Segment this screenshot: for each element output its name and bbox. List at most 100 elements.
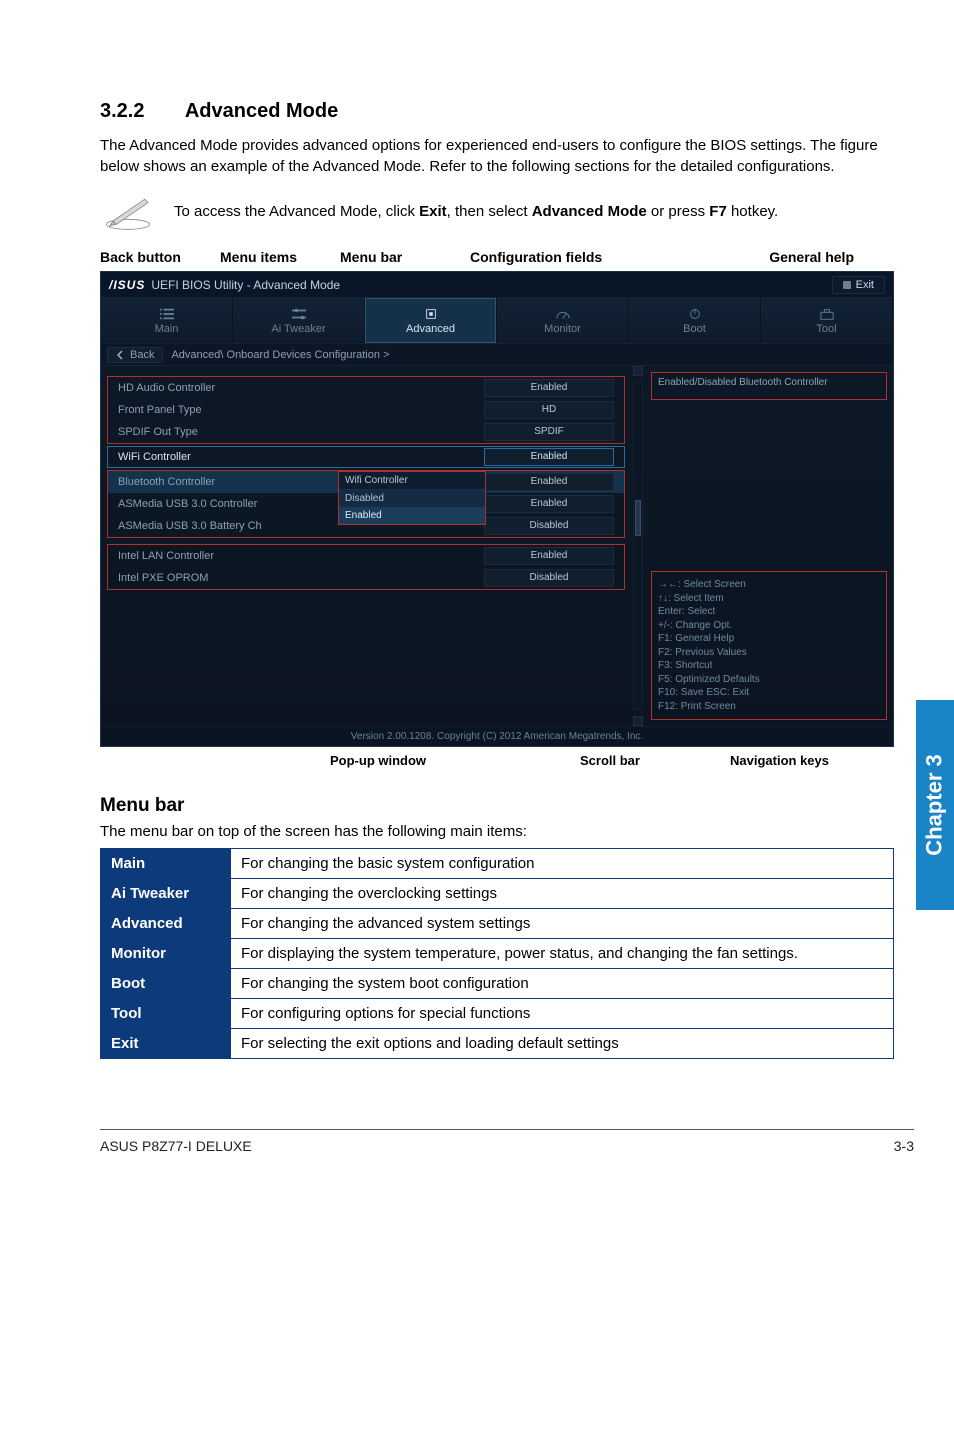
table-key: Monitor — [101, 939, 231, 969]
table-desc: For changing the basic system configurat… — [231, 849, 894, 879]
bios-options-panel: HD Audio ControllerEnabled Front Panel T… — [101, 366, 631, 726]
table-desc: For changing the overclocking settings — [231, 879, 894, 909]
option-row[interactable]: Intel PXE OPROMDisabled — [108, 567, 624, 589]
label-back-button: Back button — [100, 249, 220, 265]
table-row: ToolFor configuring options for special … — [101, 999, 894, 1029]
figure-top-labels: Back button Menu items Menu bar Configur… — [100, 249, 894, 265]
back-arrow-icon — [116, 350, 126, 360]
table-row: ExitFor selecting the exit options and l… — [101, 1029, 894, 1059]
nav-line: F1: General Help — [658, 632, 880, 646]
note-text: To access the Advanced Mode, click Exit,… — [174, 203, 778, 220]
option-value[interactable]: SPDIF — [484, 423, 614, 441]
table-desc: For configuring options for special func… — [231, 999, 894, 1029]
navigation-keys-box: →←: Select Screen ↑↓: Select Item Enter:… — [651, 571, 887, 720]
list-icon — [158, 307, 176, 321]
note-row: To access the Advanced Mode, click Exit,… — [100, 191, 894, 231]
table-row: MainFor changing the basic system config… — [101, 849, 894, 879]
nav-line: ↑↓: Select Item — [658, 592, 880, 606]
popup-window[interactable]: Wifi Controller Disabled Enabled — [338, 471, 486, 525]
option-row[interactable]: Front Panel TypeHD — [108, 399, 624, 421]
page-footer: ASUS P8Z77-I DELUXE 3-3 — [100, 1129, 914, 1184]
chip-icon — [422, 307, 440, 321]
sliders-icon — [290, 307, 308, 321]
table-desc: For displaying the system temperature, p… — [231, 939, 894, 969]
option-row[interactable]: Intel LAN ControllerEnabled — [108, 545, 624, 567]
option-value[interactable]: Enabled — [484, 495, 614, 513]
bios-utility-title: UEFI BIOS Utility - Advanced Mode — [151, 278, 340, 292]
pencil-icon — [100, 191, 156, 231]
chapter-side-tab: Chapter 3 — [916, 700, 954, 910]
nav-line: +/-: Change Opt. — [658, 619, 880, 633]
bios-title-bar: /ISUS UEFI BIOS Utility - Advanced Mode … — [101, 272, 893, 298]
table-row: MonitorFor displaying the system tempera… — [101, 939, 894, 969]
scroll-down-button[interactable] — [633, 716, 643, 726]
section-title: Advanced Mode — [185, 100, 338, 122]
footer-page-number: 3-3 — [894, 1138, 914, 1154]
table-desc: For changing the advanced system setting… — [231, 909, 894, 939]
table-key: Tool — [101, 999, 231, 1029]
exit-button[interactable]: Exit — [832, 276, 885, 294]
table-row: AdvancedFor changing the advanced system… — [101, 909, 894, 939]
tab-advanced[interactable]: Advanced — [365, 298, 497, 343]
table-key: Exit — [101, 1029, 231, 1059]
section-heading: 3.2.2 Advanced Mode — [100, 100, 894, 123]
table-key: Boot — [101, 969, 231, 999]
table-key: Advanced — [101, 909, 231, 939]
label-menu-items: Menu items — [220, 249, 340, 265]
table-row: Ai TweakerFor changing the overclocking … — [101, 879, 894, 909]
option-row[interactable]: WiFi ControllerEnabled — [107, 446, 625, 468]
popup-item-selected[interactable]: Enabled — [339, 507, 485, 524]
nav-line: Enter: Select — [658, 605, 880, 619]
tab-main[interactable]: Main — [101, 298, 233, 343]
toolbox-icon — [818, 307, 836, 321]
label-navigation-keys: Navigation keys — [730, 753, 829, 768]
option-row[interactable]: SPDIF Out TypeSPDIF — [108, 421, 624, 443]
tab-tool[interactable]: Tool — [761, 298, 893, 343]
table-key: Ai Tweaker — [101, 879, 231, 909]
option-value[interactable]: Enabled — [484, 448, 614, 466]
label-menu-bar: Menu bar — [340, 249, 470, 265]
bios-screenshot: /ISUS UEFI BIOS Utility - Advanced Mode … — [100, 271, 894, 771]
scroll-bar[interactable] — [631, 366, 645, 726]
popup-title: Wifi Controller — [339, 472, 485, 490]
scroll-track[interactable] — [633, 382, 643, 710]
option-value[interactable]: Disabled — [484, 517, 614, 535]
table-desc: For changing the system boot configurati… — [231, 969, 894, 999]
tab-monitor[interactable]: Monitor — [497, 298, 629, 343]
nav-line: F10: Save ESC: Exit — [658, 686, 880, 700]
bios-tab-row: Main Ai Tweaker Advanced Monitor Boot — [101, 298, 893, 344]
bios-footer: Version 2.00.1208. Copyright (C) 2012 Am… — [101, 726, 893, 746]
breadcrumb-path: Advanced\ Onboard Devices Configuration … — [171, 349, 389, 361]
nav-line: F2: Previous Values — [658, 646, 880, 660]
exit-icon — [843, 281, 851, 289]
table-key: Main — [101, 849, 231, 879]
label-general-help: General help — [670, 249, 894, 265]
gauge-icon — [554, 307, 572, 321]
option-row[interactable]: HD Audio ControllerEnabled — [108, 377, 624, 399]
option-value[interactable]: Enabled — [484, 547, 614, 565]
footer-product: ASUS P8Z77-I DELUXE — [100, 1138, 252, 1154]
option-value[interactable]: Disabled — [484, 569, 614, 587]
scroll-thumb[interactable] — [635, 500, 641, 536]
label-scroll-bar: Scroll bar — [580, 753, 640, 768]
menubar-table: MainFor changing the basic system config… — [100, 848, 894, 1059]
option-value[interactable]: Enabled — [484, 379, 614, 397]
label-config-fields: Configuration fields — [470, 249, 670, 265]
nav-line: →←: Select Screen — [658, 578, 880, 592]
table-desc: For selecting the exit options and loadi… — [231, 1029, 894, 1059]
tab-ai-tweaker[interactable]: Ai Tweaker — [233, 298, 365, 343]
option-value[interactable]: Enabled — [484, 473, 614, 491]
nav-line: F3: Shortcut — [658, 659, 880, 673]
tab-boot[interactable]: Boot — [629, 298, 761, 343]
general-help-box: Enabled/Disabled Bluetooth Controller — [651, 372, 887, 400]
section-number: 3.2.2 — [100, 100, 180, 123]
popup-item[interactable]: Disabled — [339, 490, 485, 507]
option-value[interactable]: HD — [484, 401, 614, 419]
breadcrumb: Back Advanced\ Onboard Devices Configura… — [101, 344, 893, 366]
label-popup-window: Pop-up window — [330, 753, 426, 768]
figure-bottom-labels: Pop-up window Scroll bar Navigation keys — [100, 753, 894, 771]
menubar-description: The menu bar on top of the screen has th… — [100, 823, 894, 840]
nav-line: F5: Optimized Defaults — [658, 673, 880, 687]
back-button[interactable]: Back — [107, 347, 163, 363]
scroll-up-button[interactable] — [633, 366, 643, 376]
